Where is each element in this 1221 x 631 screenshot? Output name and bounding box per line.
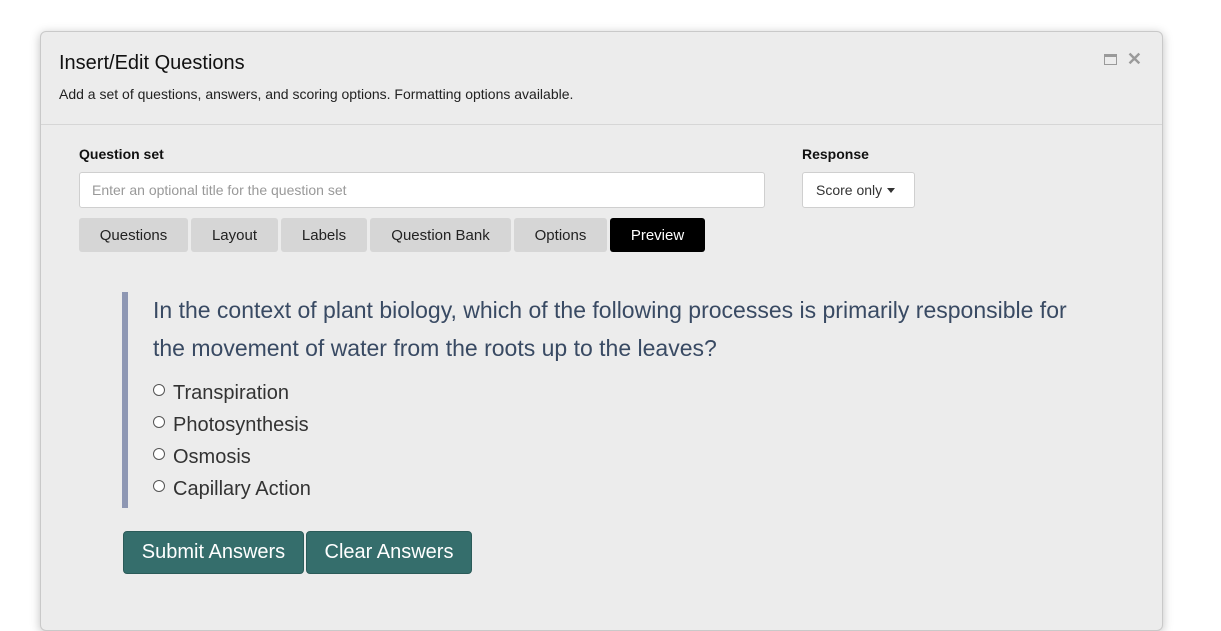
insert-edit-questions-dialog: Insert/Edit Questions Add a set of quest… — [40, 31, 1163, 631]
answer-option[interactable]: Transpiration — [153, 377, 1082, 409]
answer-option-label: Transpiration — [173, 381, 289, 404]
radio-icon[interactable] — [153, 416, 165, 428]
maximize-icon[interactable] — [1103, 53, 1117, 65]
dialog-title: Insert/Edit Questions — [59, 52, 245, 74]
answer-option[interactable]: Capillary Action — [153, 473, 1082, 505]
submit-answers-button[interactable]: Submit Answers — [123, 531, 304, 574]
tab-bar: Questions Layout Labels Question Bank Op… — [79, 218, 705, 252]
dialog-header: Insert/Edit Questions Add a set of quest… — [41, 32, 1162, 125]
chevron-down-icon — [887, 187, 896, 193]
window-controls: ✕ — [1103, 50, 1142, 68]
tab-question-bank[interactable]: Question Bank — [370, 218, 511, 252]
question-text: In the context of plant biology, which o… — [153, 297, 1067, 361]
response-label: Response — [802, 146, 869, 162]
radio-icon[interactable] — [153, 384, 165, 396]
answer-options: Transpiration Photosynthesis Osmosis Cap… — [153, 377, 1082, 505]
question-preview: In the context of plant biology, which o… — [122, 292, 1082, 508]
answer-option-label: Osmosis — [173, 445, 251, 468]
question-set-label: Question set — [79, 146, 164, 162]
tab-labels[interactable]: Labels — [281, 218, 367, 252]
answer-option-label: Photosynthesis — [173, 413, 309, 436]
response-selected-value: Score only — [816, 182, 883, 198]
clear-answers-button[interactable]: Clear Answers — [306, 531, 472, 574]
tab-layout[interactable]: Layout — [191, 218, 278, 252]
tab-options[interactable]: Options — [514, 218, 607, 252]
close-icon[interactable]: ✕ — [1127, 50, 1142, 68]
preview-actions: Submit Answers Clear Answers — [123, 531, 472, 574]
dialog-subtitle: Add a set of questions, answers, and sco… — [59, 86, 574, 102]
tab-questions[interactable]: Questions — [79, 218, 188, 252]
answer-option[interactable]: Photosynthesis — [153, 409, 1082, 441]
answer-option-label: Capillary Action — [173, 477, 311, 500]
question-set-title-input[interactable] — [79, 172, 765, 208]
tab-preview[interactable]: Preview — [610, 218, 705, 252]
radio-icon[interactable] — [153, 480, 165, 492]
answer-option[interactable]: Osmosis — [153, 441, 1082, 473]
response-select[interactable]: Score only — [802, 172, 915, 208]
radio-icon[interactable] — [153, 448, 165, 460]
